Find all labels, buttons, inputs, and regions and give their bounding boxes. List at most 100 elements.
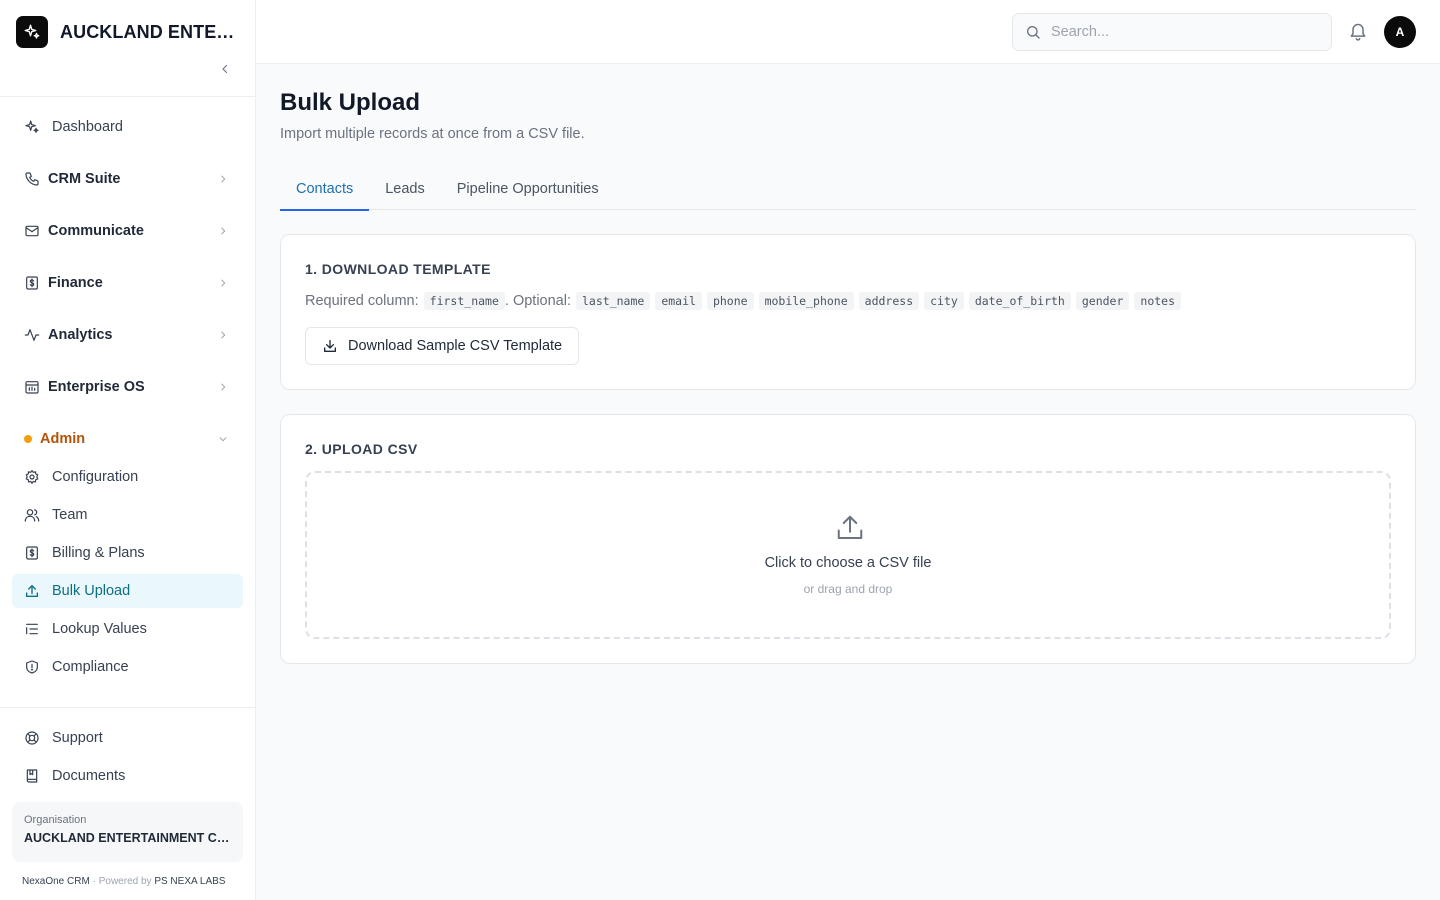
entity-tabs: Contacts Leads Pipeline Opportunities	[280, 168, 1416, 211]
sidebar-item-label: Compliance	[52, 659, 129, 675]
sidebar-item-label: Lookup Values	[52, 621, 147, 637]
sidebar-group-enterprise-os[interactable]: Enterprise OS	[12, 370, 243, 404]
brand[interactable]: AUCKLAND ENTER...	[16, 16, 240, 48]
tab-pipeline-opportunities[interactable]: Pipeline Opportunities	[441, 168, 615, 210]
calendar-chart-icon	[24, 379, 40, 395]
sidebar-item-label: Finance	[48, 275, 103, 291]
chevron-right-icon	[217, 381, 229, 393]
sidebar-item-compliance[interactable]: Compliance	[12, 650, 243, 684]
columns-description: Required column: first_name . Optional: …	[305, 292, 1182, 310]
sparkles-logo-icon	[16, 16, 48, 48]
notifications-button[interactable]	[1348, 22, 1368, 42]
sidebar-item-documents[interactable]: Documents	[12, 759, 243, 793]
sidebar-divider	[0, 707, 255, 708]
users-icon	[24, 507, 40, 523]
optional-column-chip: gender	[1075, 292, 1130, 310]
chevron-right-icon	[217, 277, 229, 289]
sidebar-item-team[interactable]: Team	[12, 498, 243, 532]
dropzone-title: Click to choose a CSV file	[764, 555, 932, 571]
search-box[interactable]	[1012, 13, 1332, 51]
tab-leads[interactable]: Leads	[369, 168, 441, 210]
product-name: NexaOne CRM	[22, 876, 90, 887]
sidebar-group-label: Admin	[40, 431, 86, 447]
download-icon	[324, 340, 336, 352]
collapse-sidebar-button[interactable]	[216, 60, 234, 78]
card-title: 2. UPLOAD CSV	[305, 441, 418, 457]
sidebar-item-configuration[interactable]: Configuration	[12, 460, 243, 494]
sidebar-item-billing-plans[interactable]: Billing & Plans	[12, 536, 243, 570]
sidebar-item-label: Configuration	[52, 469, 139, 485]
sidebar-item-label: Documents	[52, 768, 126, 784]
optional-label: . Optional:	[504, 293, 571, 309]
sidebar-group-crm-suite[interactable]: CRM Suite	[12, 162, 243, 196]
sidebar-group-admin[interactable]: Admin	[12, 422, 243, 456]
download-template-button[interactable]: Download Sample CSV Template	[305, 327, 580, 365]
avatar[interactable]: A	[1384, 16, 1416, 48]
optional-column-chip: date_of_birth	[968, 292, 1071, 310]
powered-by-label: Powered by	[98, 876, 152, 887]
page-subtitle: Import multiple records at once from a C…	[280, 126, 585, 142]
optional-column-chip: mobile_phone	[758, 292, 854, 310]
chevron-right-icon	[217, 329, 229, 341]
csv-dropzone[interactable]: Click to choose a CSV file or drag and d…	[305, 471, 1391, 639]
optional-column-chip: address	[858, 292, 920, 310]
search-icon	[1027, 26, 1040, 39]
optional-column-chip: city	[924, 292, 964, 310]
organisation-label: Organisation	[24, 814, 87, 826]
sidebar-item-dashboard[interactable]: Dashboard	[12, 110, 243, 144]
sidebar-item-label: Enterprise OS	[48, 379, 145, 395]
phone-icon	[24, 171, 40, 187]
mail-icon	[24, 223, 40, 239]
sidebar-item-label: Dashboard	[52, 119, 123, 135]
chevron-down-icon	[217, 433, 229, 445]
gear-icon	[24, 469, 40, 485]
book-icon	[24, 768, 40, 784]
sidebar-item-label: Analytics	[48, 327, 113, 343]
page-title: Bulk Upload	[280, 89, 421, 116]
organisation-switcher[interactable]: Organisation AUCKLAND ENTERTAINMENT CO..…	[12, 802, 243, 862]
sidebar-item-label: Billing & Plans	[52, 545, 145, 561]
card-title: 1. DOWNLOAD TEMPLATE	[305, 261, 491, 277]
chevron-right-icon	[217, 225, 229, 237]
sidebar-group-analytics[interactable]: Analytics	[12, 318, 243, 352]
brand-name: AUCKLAND ENTER...	[60, 21, 240, 42]
required-label: Required column:	[305, 293, 419, 309]
upload-csv-card: 2. UPLOAD CSV Click to choose a CSV file…	[280, 414, 1416, 664]
company-name: PS NEXA LABS	[154, 876, 226, 887]
optional-column-chip: last_name	[576, 292, 651, 310]
sidebar-group-communicate[interactable]: Communicate	[12, 214, 243, 248]
admin-status-dot	[24, 435, 32, 443]
sidebar-item-bulk-upload[interactable]: Bulk Upload	[12, 574, 243, 608]
chevron-right-icon	[217, 173, 229, 185]
download-template-card: 1. DOWNLOAD TEMPLATE Required column: fi…	[280, 234, 1416, 390]
upload-icon	[837, 515, 863, 539]
sidebar-item-label: Communicate	[48, 223, 144, 239]
sidebar-footer: NexaOne CRM · Powered by PS NEXA LABS	[22, 876, 225, 887]
chevron-left-icon	[222, 64, 228, 74]
dropzone-subtitle: or drag and drop	[803, 582, 893, 596]
upload-icon	[24, 583, 40, 599]
tab-contacts[interactable]: Contacts	[280, 168, 370, 211]
bell-icon	[1350, 23, 1366, 41]
sidebar-item-label: Team	[52, 507, 88, 523]
receipt-icon	[24, 275, 40, 291]
receipt-icon	[24, 545, 40, 561]
sparkles-icon	[24, 119, 40, 135]
optional-column-chip: email	[655, 292, 702, 310]
shield-icon	[24, 659, 40, 675]
search-input[interactable]	[1051, 24, 1311, 40]
sidebar-item-support[interactable]: Support	[12, 721, 243, 755]
sidebar-item-label: Bulk Upload	[52, 583, 131, 599]
download-template-label: Download Sample CSV Template	[348, 338, 563, 354]
sidebar-divider	[0, 96, 255, 97]
sidebar: AUCKLAND ENTER... Dashboard CRM Suite Co…	[0, 0, 256, 900]
topbar: A	[256, 0, 1440, 64]
sidebar-group-finance[interactable]: Finance	[12, 266, 243, 300]
activity-icon	[24, 327, 40, 343]
list-icon	[24, 621, 40, 637]
sidebar-item-label: CRM Suite	[48, 171, 121, 187]
sidebar-item-lookup-values[interactable]: Lookup Values	[12, 612, 243, 646]
required-column-chip: first_name	[423, 292, 505, 310]
optional-column-chip: notes	[1134, 292, 1182, 310]
optional-column-chip: phone	[706, 292, 754, 310]
